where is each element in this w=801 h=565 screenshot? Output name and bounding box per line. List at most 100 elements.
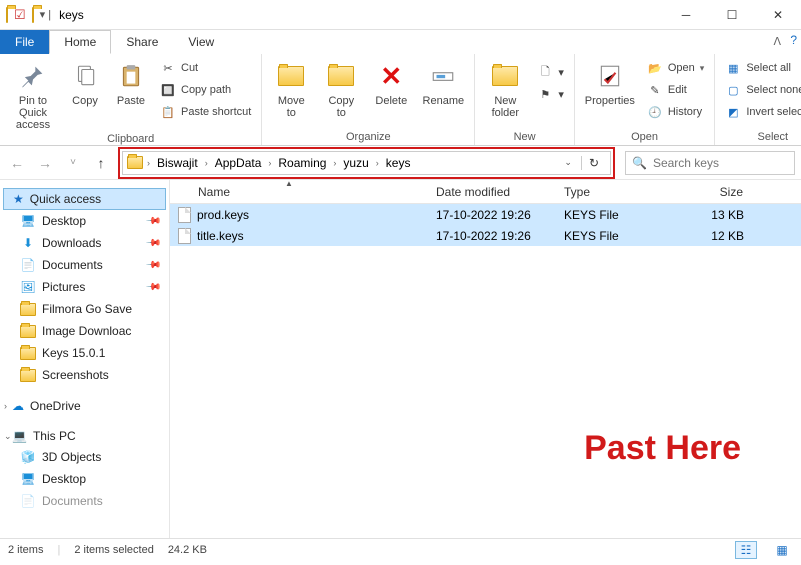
sidebar-item-documents[interactable]: 📄 Documents bbox=[0, 490, 169, 512]
chevron-right-icon[interactable]: › bbox=[268, 158, 271, 168]
chevron-right-icon[interactable]: › bbox=[205, 158, 208, 168]
sidebar-item-folder[interactable]: Screenshots bbox=[0, 364, 169, 386]
address-highlight-annotation: › Biswajit› AppData› Roaming› yuzu› keys… bbox=[118, 147, 615, 179]
sidebar-item-downloads[interactable]: ⬇Downloads📌 bbox=[0, 232, 169, 254]
tab-share[interactable]: Share bbox=[111, 30, 173, 54]
cut-button[interactable]: ✂Cut bbox=[156, 58, 255, 78]
status-selected-count: 2 items selected bbox=[74, 544, 153, 556]
file-list: ▲ Name Date modified Type Size prod.keys… bbox=[170, 180, 801, 538]
sidebar-quick-access[interactable]: ★ Quick access bbox=[3, 188, 166, 210]
history-button[interactable]: 🕘History bbox=[643, 102, 708, 122]
select-all-button[interactable]: ▦Select all bbox=[721, 58, 801, 78]
up-button[interactable]: ↑ bbox=[90, 152, 112, 174]
details-view-button[interactable]: ☷ bbox=[735, 541, 757, 559]
large-icons-view-button[interactable]: ▦ bbox=[771, 541, 793, 559]
paste-shortcut-button[interactable]: 📋 Paste shortcut bbox=[156, 102, 255, 122]
recent-locations-button[interactable]: ˅ bbox=[62, 152, 84, 174]
tab-home[interactable]: Home bbox=[49, 30, 111, 54]
help-icon[interactable]: ? bbox=[790, 33, 797, 47]
address-dropdown-icon[interactable]: ⌄ bbox=[559, 157, 577, 168]
new-item-button[interactable]: 🗋▾ bbox=[533, 62, 568, 82]
sidebar-item-folder[interactable]: Image Downloac bbox=[0, 320, 169, 342]
tab-view[interactable]: View bbox=[173, 30, 229, 54]
search-box[interactable]: 🔍 bbox=[625, 151, 795, 175]
column-header-type[interactable]: Type bbox=[556, 185, 664, 199]
breadcrumb-segment[interactable]: keys bbox=[383, 156, 414, 170]
history-icon: 🕘 bbox=[647, 104, 663, 120]
pin-to-quick-access-button[interactable]: Pin to Quick access bbox=[6, 56, 60, 131]
open-button[interactable]: 📂Open ▾ bbox=[643, 58, 708, 78]
move-to-button[interactable]: Move to bbox=[268, 56, 314, 119]
select-all-label: Select all bbox=[746, 62, 791, 74]
chevron-down-icon[interactable]: ⌄ bbox=[4, 431, 12, 442]
chevron-right-icon[interactable]: › bbox=[333, 158, 336, 168]
sidebar-item-pictures[interactable]: 🖼Pictures📌 bbox=[0, 276, 169, 298]
sidebar-this-pc-label: This PC bbox=[33, 429, 76, 443]
pin-icon bbox=[17, 60, 49, 92]
pin-icon: 📌 bbox=[144, 213, 161, 230]
search-icon: 🔍 bbox=[632, 156, 647, 170]
chevron-right-icon[interactable]: › bbox=[376, 158, 379, 168]
delete-button[interactable]: ✕ Delete bbox=[368, 56, 414, 107]
sidebar-item-label: Pictures bbox=[42, 280, 85, 294]
breadcrumb-segment[interactable]: Biswajit bbox=[154, 156, 201, 170]
file-type: KEYS File bbox=[556, 208, 664, 222]
column-header-name[interactable]: Name bbox=[170, 185, 428, 199]
easy-access-button[interactable]: ⚑▾ bbox=[533, 84, 568, 104]
sidebar-item-label: Documents bbox=[42, 494, 103, 508]
paste-button[interactable]: Paste bbox=[110, 56, 152, 107]
sidebar-item-folder[interactable]: Filmora Go Save bbox=[0, 298, 169, 320]
refresh-button[interactable]: ↻ bbox=[581, 156, 606, 170]
new-folder-button[interactable]: New folder bbox=[481, 56, 529, 119]
sidebar-item-3d-objects[interactable]: 🧊3D Objects bbox=[0, 446, 169, 468]
minimize-button[interactable]: ─ bbox=[663, 0, 709, 30]
chevron-right-icon[interactable]: › bbox=[147, 158, 150, 168]
collapse-ribbon-icon[interactable]: ᐱ bbox=[773, 35, 781, 48]
copy-path-button[interactable]: 🔲Copy path bbox=[156, 80, 255, 100]
back-button[interactable]: ← bbox=[6, 152, 28, 174]
qat-properties-icon[interactable]: ☑ bbox=[14, 7, 26, 23]
properties-button[interactable]: Properties bbox=[581, 56, 639, 107]
sidebar-onedrive[interactable]: ›☁OneDrive bbox=[0, 396, 169, 416]
sidebar-item-desktop[interactable]: 🖥Desktop bbox=[0, 468, 169, 490]
file-row[interactable]: title.keys 17-10-2022 19:26 KEYS File 12… bbox=[170, 225, 801, 246]
forward-button[interactable]: → bbox=[34, 152, 56, 174]
pin-icon: 📌 bbox=[144, 257, 161, 274]
chevron-right-icon[interactable]: › bbox=[4, 401, 7, 411]
breadcrumb-segment[interactable]: yuzu bbox=[340, 156, 371, 170]
sidebar-item-desktop[interactable]: 🖥Desktop📌 bbox=[0, 210, 169, 232]
edit-button[interactable]: ✎Edit bbox=[643, 80, 708, 100]
ribbon: Pin to Quick access Copy Paste ✂Cut 🔲Cop… bbox=[0, 54, 801, 146]
sidebar-item-label: Screenshots bbox=[42, 368, 109, 382]
breadcrumb-segment[interactable]: AppData bbox=[212, 156, 265, 170]
folder-icon bbox=[20, 301, 36, 317]
maximize-button[interactable]: ☐ bbox=[709, 0, 755, 30]
file-row[interactable]: prod.keys 17-10-2022 19:26 KEYS File 13 … bbox=[170, 204, 801, 225]
copy-button[interactable]: Copy bbox=[64, 56, 106, 107]
column-header-size[interactable]: Size bbox=[664, 185, 752, 199]
close-button[interactable]: ✕ bbox=[755, 0, 801, 30]
paste-shortcut-label: Paste shortcut bbox=[181, 106, 251, 118]
column-header-date[interactable]: Date modified bbox=[428, 185, 556, 199]
3d-objects-icon: 🧊 bbox=[20, 449, 36, 465]
qat-dropdown-icon[interactable]: ▾ | bbox=[40, 8, 51, 21]
documents-icon: 📄 bbox=[20, 493, 36, 509]
search-input[interactable] bbox=[653, 156, 801, 170]
paste-shortcut-icon: 📋 bbox=[160, 104, 176, 120]
select-none-button[interactable]: ▢Select none bbox=[721, 80, 801, 100]
sidebar-item-folder[interactable]: Keys 15.0.1 bbox=[0, 342, 169, 364]
file-icon bbox=[178, 207, 191, 223]
rename-button[interactable]: Rename bbox=[418, 56, 468, 107]
rename-label: Rename bbox=[423, 95, 465, 107]
invert-selection-button[interactable]: ◩Invert selection bbox=[721, 102, 801, 122]
sidebar-onedrive-label: OneDrive bbox=[30, 399, 81, 413]
group-organize: Move to Copy to ✕ Delete Rename Organize bbox=[262, 54, 475, 145]
tab-file[interactable]: File bbox=[0, 30, 49, 54]
breadcrumb-segment[interactable]: Roaming bbox=[275, 156, 329, 170]
content-area: ★ Quick access 🖥Desktop📌 ⬇Downloads📌 📄Do… bbox=[0, 180, 801, 538]
copy-to-button[interactable]: Copy to bbox=[318, 56, 364, 119]
new-folder-label: New folder bbox=[492, 95, 520, 119]
sidebar-item-documents[interactable]: 📄Documents📌 bbox=[0, 254, 169, 276]
address-bar[interactable]: › Biswajit› AppData› Roaming› yuzu› keys… bbox=[122, 151, 611, 175]
sidebar-this-pc[interactable]: ⌄💻This PC bbox=[0, 426, 169, 446]
